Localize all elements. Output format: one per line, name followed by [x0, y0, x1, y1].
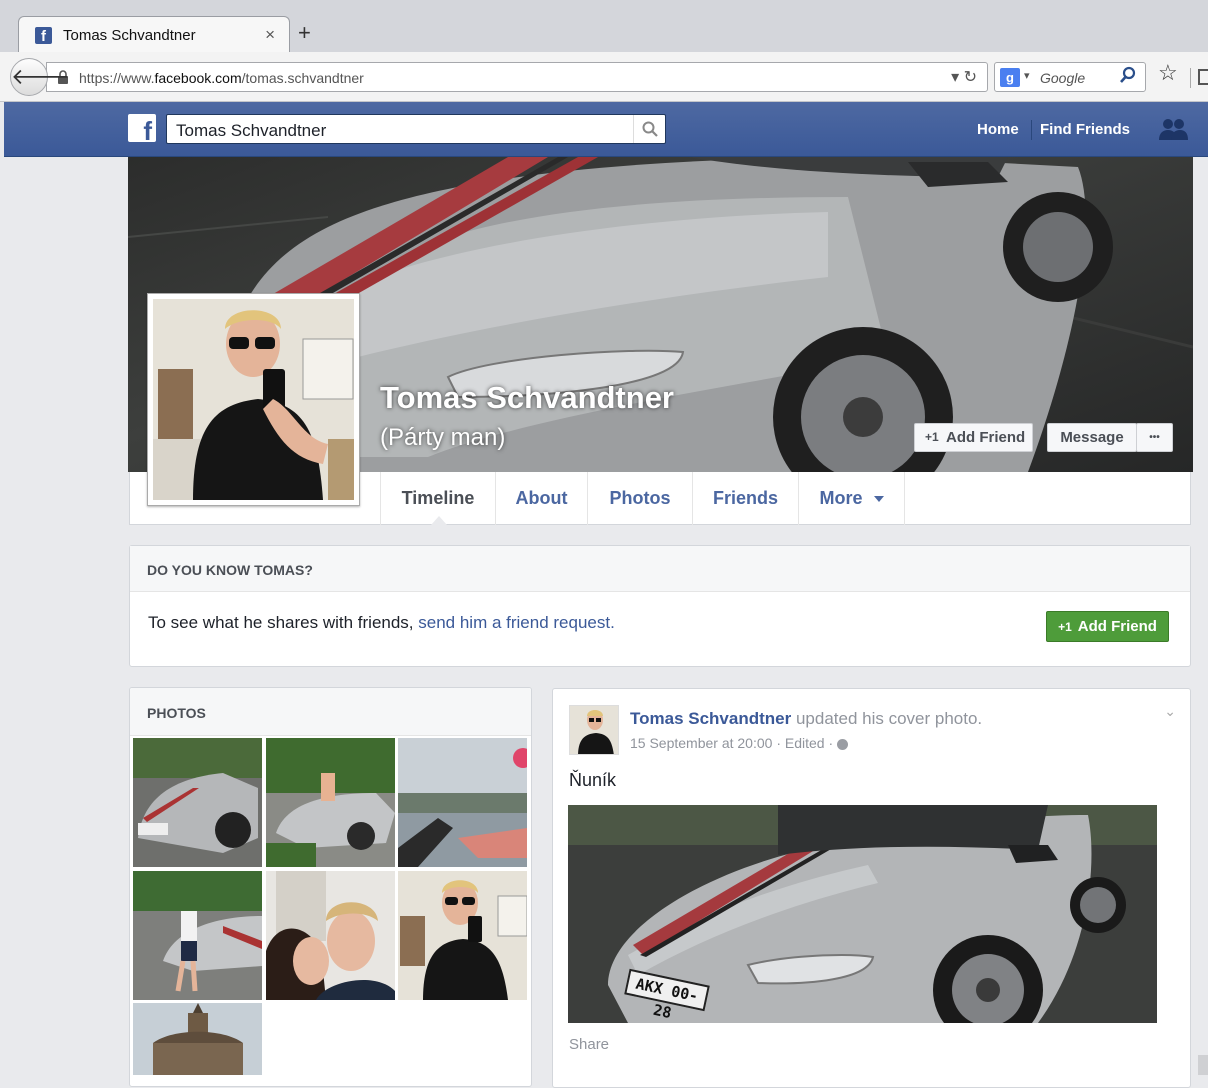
post-options-chevron-icon[interactable]: ⌄ [1164, 703, 1176, 720]
chevron-down-icon [873, 496, 884, 503]
facebook-favicon-icon: f [35, 27, 52, 45]
post-author-avatar[interactable] [569, 705, 619, 755]
active-tab-caret [431, 516, 447, 525]
send-friend-request-link[interactable]: send him a friend request. [418, 613, 615, 632]
do-you-know-heading: DO YOU KNOW TOMAS? [130, 546, 1190, 592]
tab-timeline[interactable]: Timeline [380, 472, 495, 525]
post-author-link[interactable]: Tomas Schvandtner [630, 709, 791, 728]
photo-thumbnail[interactable] [133, 738, 262, 867]
reload-icon[interactable]: ▾ ↻ [951, 67, 977, 87]
search-engine-box[interactable]: g ▾ Google [994, 62, 1146, 92]
facebook-header: f Tomas Schvandtner Home Find Friends [4, 102, 1208, 157]
facebook-search-input[interactable]: Tomas Schvandtner [166, 114, 666, 144]
address-bar[interactable]: https://www.facebook.com/tomas.schvandtn… [46, 62, 988, 92]
search-button-icon[interactable] [633, 115, 665, 143]
scrollbar[interactable] [1198, 1055, 1208, 1075]
nav-find-friends-link[interactable]: Find Friends [1040, 121, 1130, 138]
back-button[interactable]: 🡐 [10, 58, 70, 96]
photo-thumbnail[interactable] [133, 1003, 262, 1075]
cover-add-friend-button[interactable]: +1 Add Friend [914, 423, 1033, 452]
message-button[interactable]: Message [1047, 423, 1137, 452]
nav-home-link[interactable]: Home [977, 121, 1019, 138]
add-friend-icon: +1 [925, 430, 939, 444]
engine-dropdown-icon[interactable]: ▾ [1024, 69, 1030, 82]
do-you-know-card: DO YOU KNOW TOMAS? To see what he shares… [129, 545, 1191, 667]
url-text: https://www.facebook.com/tomas.schvandtn… [79, 70, 364, 86]
post-text: Ňuník [569, 770, 617, 790]
tab-photos[interactable]: Photos [587, 472, 692, 525]
nav-divider [1031, 120, 1032, 140]
tab-about[interactable]: About [495, 472, 587, 525]
tab-close-icon[interactable]: × [265, 25, 275, 45]
share-link[interactable]: Share [569, 1036, 609, 1053]
add-friend-icon: +1 [1058, 620, 1072, 634]
bookmark-star-icon[interactable]: ☆ [1158, 60, 1178, 86]
photo-thumbnail[interactable] [398, 871, 527, 1000]
post-header: Tomas Schvandtner updated his cover phot… [630, 709, 982, 729]
browser-navbar: https://www.facebook.com/tomas.schvandtn… [0, 52, 1208, 102]
bookmarks-icon[interactable] [1198, 69, 1208, 85]
photo-thumbnail[interactable] [398, 738, 527, 867]
profile-nickname: (Párty man) [380, 424, 506, 451]
toolbar-divider [1190, 68, 1191, 88]
photo-thumbnail[interactable] [266, 871, 395, 1000]
google-icon[interactable]: g [1000, 68, 1020, 87]
tab-title: Tomas Schvandtner [63, 27, 196, 44]
photo-thumbnail[interactable] [133, 871, 262, 1000]
new-tab-button[interactable]: + [298, 20, 311, 46]
profile-name[interactable]: Tomas Schvandtner [380, 380, 674, 416]
globe-icon [837, 738, 849, 750]
facebook-logo-icon[interactable]: f [128, 114, 156, 142]
search-value: Tomas Schvandtner [176, 121, 327, 140]
timeline-post: Tomas Schvandtner updated his cover phot… [552, 688, 1191, 1088]
more-options-button[interactable]: ••• [1136, 423, 1173, 452]
search-engine-placeholder: Google [1040, 70, 1086, 86]
post-meta: 15 September at 20:00 · Edited · [630, 735, 849, 751]
profile-photo-image [153, 299, 354, 500]
post-action: updated his cover photo. [795, 709, 983, 728]
photo-thumbnail[interactable] [266, 738, 395, 867]
friend-requests-icon[interactable] [1158, 116, 1188, 142]
search-icon[interactable] [1119, 66, 1137, 86]
tab-friends[interactable]: Friends [692, 472, 798, 525]
photos-heading: PHOTOS [130, 688, 531, 736]
tab-more[interactable]: More [798, 472, 905, 525]
post-cover-photo[interactable]: AKX 00-28 [568, 805, 1157, 1023]
browser-tab[interactable]: f Tomas Schvandtner × [18, 16, 290, 52]
browser-tab-strip: f Tomas Schvandtner × + [0, 0, 1208, 52]
add-friend-button[interactable]: +1 Add Friend [1046, 611, 1169, 642]
profile-picture[interactable] [147, 293, 360, 506]
friend-request-prompt: To see what he shares with friends, send… [148, 613, 615, 632]
